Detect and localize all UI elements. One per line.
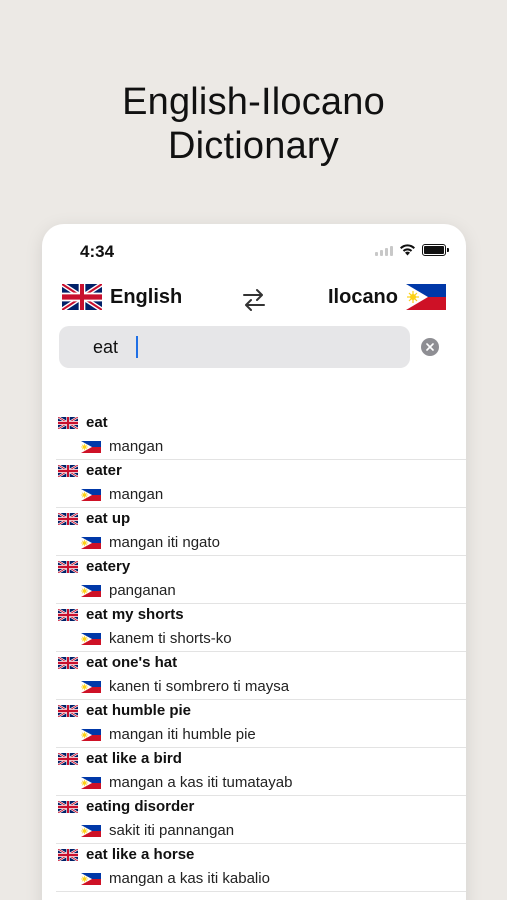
hero-title-line1: English-Ilocano	[122, 81, 385, 123]
philippines-flag-icon	[81, 440, 101, 453]
uk-flag-icon	[58, 800, 78, 813]
philippines-flag-icon	[81, 632, 101, 645]
phone-screen: 4:34 English Ilocano eat eat mangan eate…	[42, 224, 466, 900]
ilocano-translation-text: mangan	[109, 438, 164, 455]
battery-icon	[422, 244, 449, 256]
english-term: eat like a bird	[58, 750, 182, 767]
source-language-selector[interactable]: English	[62, 284, 182, 310]
uk-flag-icon	[58, 848, 78, 861]
english-term: eating disorder	[58, 798, 194, 815]
ilocano-translation-text: panganan	[109, 582, 176, 599]
uk-flag-icon	[62, 284, 102, 310]
ilocano-translation-text: kanen ti sombrero ti maysa	[109, 678, 290, 695]
uk-flag-icon	[58, 560, 78, 573]
cellular-signal-icon	[375, 245, 393, 256]
hero-title: English-Ilocano Dictionary	[0, 80, 507, 168]
english-term-text: eat one's hat	[86, 654, 178, 671]
philippines-flag-icon	[81, 488, 101, 501]
ilocano-translation-text: mangan iti ngato	[109, 534, 220, 551]
english-term: eat my shorts	[58, 606, 184, 623]
philippines-flag-icon	[81, 872, 101, 885]
results-list: eat mangan eater mangan eat up mangan it…	[42, 412, 466, 892]
swap-languages-icon[interactable]	[240, 286, 268, 314]
status-icons	[375, 244, 449, 256]
english-term-text: eat up	[86, 510, 131, 527]
philippines-flag-icon	[81, 824, 101, 837]
english-term-text: eater	[86, 462, 122, 479]
uk-flag-icon	[58, 512, 78, 525]
philippines-flag-icon	[81, 584, 101, 597]
status-bar: 4:34	[42, 224, 466, 278]
uk-flag-icon	[58, 464, 78, 477]
result-row[interactable]: eat like a horse mangan a kas iti kabali…	[56, 844, 466, 892]
ilocano-translation: sakit iti pannangan	[81, 822, 234, 839]
english-term: eat humble pie	[58, 702, 191, 719]
english-term-text: eat like a horse	[86, 846, 195, 863]
ilocano-translation-text: mangan iti humble pie	[109, 726, 256, 743]
philippines-flag-icon	[81, 536, 101, 549]
ilocano-translation-text: mangan	[109, 486, 164, 503]
ilocano-translation: panganan	[81, 582, 176, 599]
english-term-text: eat	[86, 414, 108, 431]
ilocano-translation-text: mangan a kas iti tumatayab	[109, 774, 293, 791]
result-row[interactable]: eater mangan	[56, 460, 466, 508]
result-row[interactable]: eat my shorts kanem ti shorts-ko	[56, 604, 466, 652]
language-bar: English Ilocano	[42, 284, 466, 318]
english-term: eat up	[58, 510, 130, 527]
english-term-text: eatery	[86, 558, 131, 575]
search-row	[59, 326, 449, 368]
wifi-icon	[400, 244, 415, 256]
english-term: eater	[58, 462, 122, 479]
english-term-text: eating disorder	[86, 798, 195, 815]
hero-title-line2: Dictionary	[168, 125, 339, 167]
uk-flag-icon	[58, 608, 78, 621]
ilocano-translation-text: sakit iti pannangan	[109, 822, 235, 839]
uk-flag-icon	[58, 752, 78, 765]
ilocano-translation: kanem ti shorts-ko	[81, 630, 232, 647]
philippines-flag-icon	[81, 776, 101, 789]
english-term: eatery	[58, 558, 130, 575]
ilocano-translation: kanen ti sombrero ti maysa	[81, 678, 289, 695]
ilocano-translation: mangan	[81, 438, 163, 455]
text-cursor	[136, 336, 138, 358]
english-term: eat	[58, 414, 108, 431]
target-language-selector[interactable]: Ilocano	[328, 284, 446, 310]
english-term-text: eat my shorts	[86, 606, 184, 623]
ilocano-translation: mangan iti ngato	[81, 534, 220, 551]
english-term: eat one's hat	[58, 654, 177, 671]
result-row[interactable]: eat like a bird mangan a kas iti tumatay…	[56, 748, 466, 796]
english-term-text: eat like a bird	[86, 750, 182, 767]
english-term-text: eat humble pie	[86, 702, 192, 719]
ilocano-translation-text: kanem ti shorts-ko	[109, 630, 232, 647]
uk-flag-icon	[58, 704, 78, 717]
philippines-flag-icon	[81, 680, 101, 693]
result-row[interactable]: eat humble pie mangan iti humble pie	[56, 700, 466, 748]
ilocano-translation: mangan iti humble pie	[81, 726, 256, 743]
result-row[interactable]: eatery panganan	[56, 556, 466, 604]
uk-flag-icon	[58, 656, 78, 669]
search-input[interactable]	[59, 326, 410, 368]
status-time: 4:34	[80, 242, 115, 261]
philippines-flag-icon	[406, 284, 446, 310]
result-row[interactable]: eat one's hat kanen ti sombrero ti maysa	[56, 652, 466, 700]
ilocano-translation: mangan a kas iti tumatayab	[81, 774, 292, 791]
uk-flag-icon	[58, 416, 78, 429]
source-language-label: English	[110, 285, 183, 308]
ilocano-translation-text: mangan a kas iti kabalio	[109, 870, 270, 887]
result-row[interactable]: eating disorder sakit iti pannangan	[56, 796, 466, 844]
ilocano-translation: mangan a kas iti kabalio	[81, 870, 270, 887]
english-term: eat like a horse	[58, 846, 194, 863]
philippines-flag-icon	[81, 728, 101, 741]
clear-search-button[interactable]	[421, 338, 439, 356]
target-language-label: Ilocano	[327, 285, 398, 308]
result-row[interactable]: eat mangan	[56, 412, 466, 460]
result-row[interactable]: eat up mangan iti ngato	[56, 508, 466, 556]
close-icon	[426, 343, 434, 351]
ilocano-translation: mangan	[81, 486, 163, 503]
